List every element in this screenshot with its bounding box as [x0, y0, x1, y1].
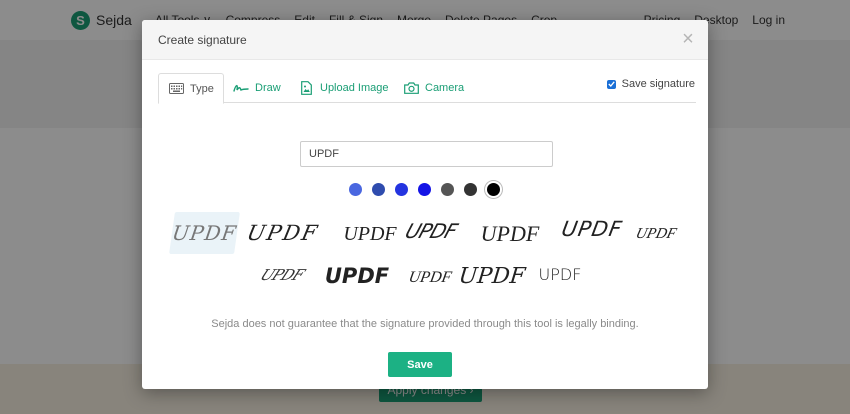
- signature-option-6[interactable]: UPDF: [549, 210, 636, 248]
- tab-draw[interactable]: Draw: [224, 73, 290, 103]
- tab-upload-image-label: Upload Image: [320, 82, 389, 94]
- color-swatch-4[interactable]: [418, 182, 431, 196]
- signature-option-2[interactable]: UPDF: [245, 214, 321, 252]
- tab-draw-label: Draw: [255, 82, 281, 94]
- color-swatch-1[interactable]: [349, 182, 362, 196]
- color-swatch-6[interactable]: [464, 182, 477, 196]
- color-swatch-3[interactable]: [395, 182, 408, 196]
- tab-upload-image[interactable]: Upload Image: [289, 73, 398, 103]
- signature-option-1[interactable]: UPDF: [169, 212, 240, 254]
- signature-option-4[interactable]: UPDF: [392, 212, 470, 250]
- save-button[interactable]: Save: [388, 352, 452, 377]
- save-signature-checkbox[interactable]: [606, 79, 616, 89]
- dialog-header: Create signature ×: [142, 20, 708, 60]
- tab-camera[interactable]: Camera: [394, 73, 473, 103]
- signature-option-10[interactable]: UPDF: [404, 259, 457, 297]
- tab-type[interactable]: Type: [158, 73, 224, 104]
- signature-name-input[interactable]: [300, 141, 553, 167]
- tab-camera-label: Camera: [425, 82, 465, 94]
- upload-image-icon: [298, 81, 314, 95]
- legal-disclaimer: Sejda does not guarantee that the signat…: [211, 318, 639, 330]
- color-picker: [349, 180, 500, 198]
- color-swatch-7[interactable]: [487, 182, 500, 196]
- save-signature-label: Save signature: [621, 78, 695, 90]
- color-swatch-5[interactable]: [441, 182, 454, 196]
- tab-type-label: Type: [190, 82, 214, 95]
- signature-option-9[interactable]: UPDF: [322, 257, 392, 295]
- color-swatch-2[interactable]: [372, 182, 385, 196]
- signature-option-5[interactable]: UPDF: [480, 215, 540, 253]
- signature-option-7[interactable]: UPDF: [631, 215, 680, 253]
- signature-draw-icon: [233, 81, 249, 95]
- dialog-title: Create signature: [158, 33, 247, 47]
- close-button[interactable]: ×: [678, 29, 698, 49]
- signature-option-8[interactable]: UPDF: [243, 256, 321, 294]
- create-signature-dialog: Create signature × Type Draw Upload Imag…: [142, 20, 708, 389]
- camera-icon: [403, 81, 419, 95]
- signature-option-12[interactable]: UPDF: [535, 255, 585, 293]
- keyboard-icon: [168, 82, 184, 96]
- save-signature-option[interactable]: Save signature: [606, 78, 695, 90]
- signature-option-11[interactable]: UPDF: [458, 257, 527, 295]
